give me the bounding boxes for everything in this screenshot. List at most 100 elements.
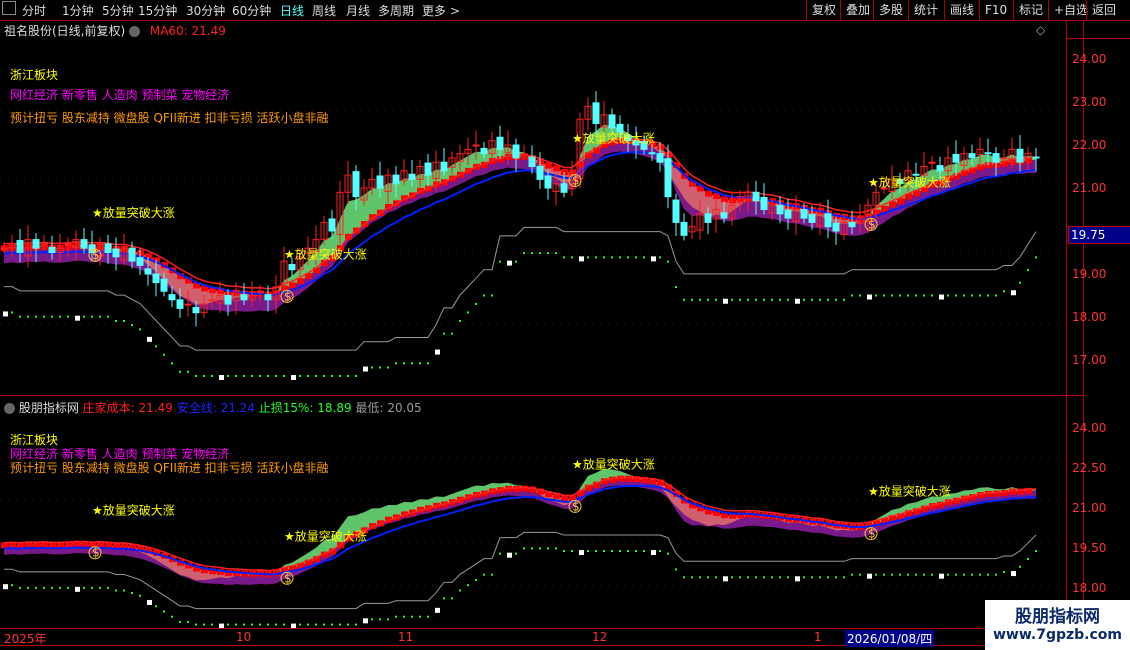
- signal-dot: [363, 618, 368, 624]
- signal-dot: [707, 576, 709, 579]
- signal-dot: [835, 576, 837, 579]
- signal-dot: [139, 594, 141, 597]
- signal-dot: [803, 576, 805, 579]
- signal-dot: [955, 573, 957, 576]
- signal-dot: [371, 618, 373, 621]
- signal-dot: [443, 597, 445, 600]
- signal-dot: [979, 573, 981, 576]
- signal-dot: [387, 618, 389, 621]
- signal-dot: [579, 550, 584, 556]
- indicator-axis-tick: 18.00: [1072, 581, 1107, 595]
- signal-dot: [1035, 550, 1037, 553]
- signal-dot: [19, 586, 21, 589]
- watermark-url: www.7gpzb.com: [992, 627, 1122, 643]
- signal-dot: [595, 550, 597, 553]
- indicator-axis-tick: 22.50: [1072, 461, 1107, 475]
- signal-dot: [771, 576, 773, 579]
- signal-dot: [435, 607, 440, 613]
- signal-dot: [795, 576, 800, 582]
- signal-dot: [899, 573, 901, 576]
- signal-dot: [411, 615, 413, 618]
- signal-dot: [379, 618, 381, 621]
- price-axis-tick: 22.00: [1072, 138, 1107, 152]
- indicator-chart[interactable]: $★放量突破大涨$★放量突破大涨$★放量突破大涨$★放量突破大涨: [0, 0, 1066, 628]
- signal-dot: [51, 586, 53, 589]
- signal-dot: [1019, 565, 1021, 568]
- lower-band: [244, 575, 252, 585]
- signal-dot: [499, 552, 501, 555]
- signal-dot: [1011, 571, 1016, 577]
- breakout-signal-label: ★放量突破大涨: [284, 528, 367, 543]
- date-axis-label: 12: [592, 630, 608, 644]
- signal-dot: [667, 552, 669, 555]
- signal-dot: [563, 550, 565, 553]
- signal-dot: [483, 573, 485, 576]
- signal-dot: [827, 576, 829, 579]
- signal-dot: [315, 623, 317, 626]
- lower-band: [788, 522, 796, 530]
- signal-dot: [171, 615, 173, 618]
- signal-dot: [3, 584, 8, 590]
- signal-dot: [995, 573, 997, 576]
- signal-dot: [419, 615, 421, 618]
- signal-dot: [891, 573, 893, 576]
- signal-dot: [763, 576, 765, 579]
- lower-band: [812, 525, 820, 533]
- watermark-name: 股朋指标网: [1015, 607, 1100, 627]
- signal-dot: [187, 620, 189, 623]
- price-axis-tick: 18.00: [1072, 310, 1107, 324]
- cost-block: [625, 475, 632, 482]
- watermark-logo: 股朋指标网 www.7gpzb.com: [985, 600, 1130, 650]
- lower-band: [236, 575, 244, 585]
- signal-dot: [547, 547, 549, 550]
- date-axis-label: 1: [814, 630, 822, 644]
- price-axis-tick: 24.00: [1072, 52, 1107, 66]
- signal-dot: [291, 623, 296, 628]
- signal-dot: [275, 623, 277, 626]
- signal-dot: [819, 576, 821, 579]
- signal-dot: [299, 623, 301, 626]
- stop-loss-line: [4, 531, 1037, 610]
- breakout-signal-label: ★放量突破大涨: [868, 484, 951, 499]
- signal-dot: [147, 599, 152, 605]
- signal-dot: [939, 573, 944, 579]
- signal-dot: [987, 573, 989, 576]
- signal-dot: [731, 576, 733, 579]
- signal-dot: [683, 576, 685, 579]
- signal-dot: [59, 586, 61, 589]
- lower-band: [844, 530, 852, 538]
- signal-dot: [35, 586, 37, 589]
- signal-dot: [627, 550, 629, 553]
- signal-dot: [195, 623, 197, 626]
- signal-dot: [555, 547, 557, 550]
- signal-dot: [163, 610, 165, 613]
- signal-dot: [907, 573, 909, 576]
- signal-dot: [755, 576, 757, 579]
- signal-dot: [611, 550, 613, 553]
- date-axis-label: 2025年: [4, 632, 47, 646]
- signal-dot: [451, 597, 453, 600]
- signal-dot: [675, 568, 677, 571]
- signal-dot: [115, 589, 117, 592]
- signal-dot: [723, 576, 728, 582]
- toolbar-button[interactable]: 返回: [1086, 0, 1121, 20]
- signal-dot: [923, 573, 925, 576]
- breakout-signal-label: ★放量突破大涨: [92, 503, 175, 518]
- date-axis-label: 10: [236, 630, 252, 644]
- signal-dot: [603, 550, 605, 553]
- signal-dot: [227, 623, 229, 626]
- signal-dot: [83, 586, 85, 589]
- signal-dot: [251, 623, 253, 626]
- lower-band: [764, 518, 772, 527]
- date-axis-label: 11: [398, 630, 414, 644]
- signal-dot: [331, 623, 333, 626]
- signal-dot: [635, 550, 637, 553]
- lower-band: [836, 530, 844, 537]
- signal-dot: [931, 573, 933, 576]
- signal-dot: [507, 552, 512, 558]
- signal-dot: [883, 573, 885, 576]
- signal-dot: [107, 586, 109, 589]
- signal-dot: [867, 573, 872, 579]
- signal-dot: [403, 615, 405, 618]
- signal-dot: [307, 623, 309, 626]
